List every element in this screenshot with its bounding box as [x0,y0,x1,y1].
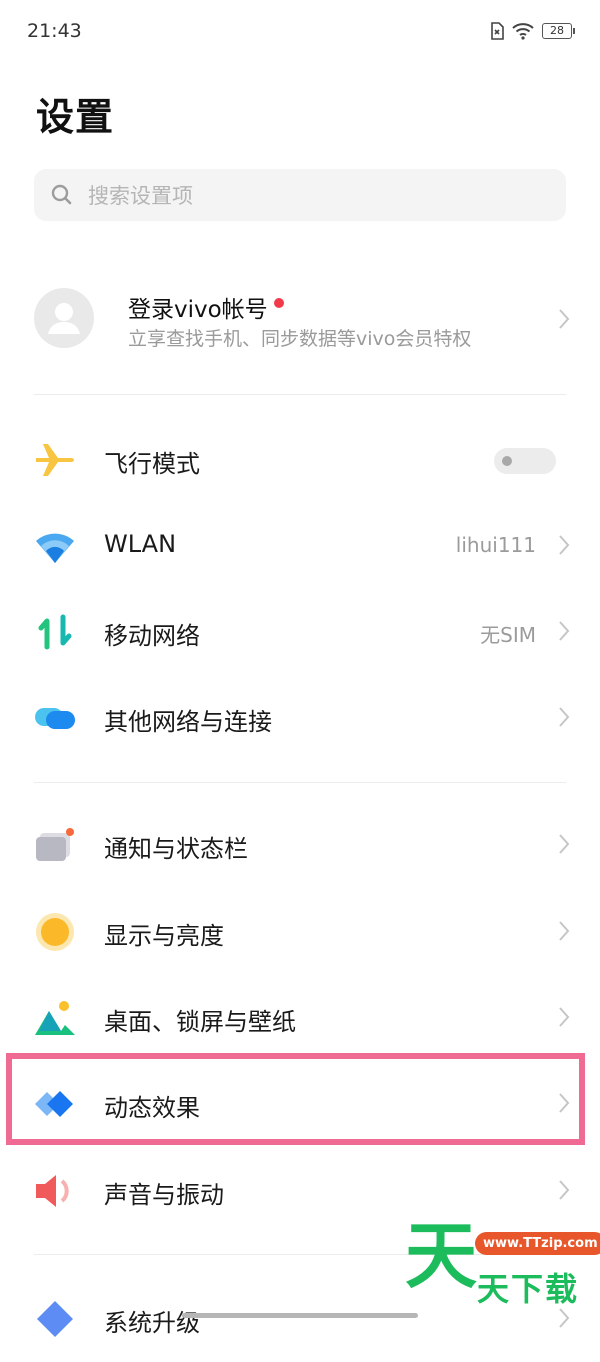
account-row[interactable]: 登录vivo帐号 立享查找手机、同步数据等vivo会员特权 [0,262,600,376]
notification-dot [273,298,284,308]
chevron-right-icon [559,921,570,941]
no-sim-icon [491,22,504,40]
status-bar: 21:43 28 [0,0,600,66]
mobile-network-icon [38,614,72,650]
watermark-logo: 天 www.TTzip.com 天下载 [405,1214,600,1320]
item-value: lihui111 [455,533,536,557]
item-label: 桌面、锁屏与壁纸 [104,1008,296,1036]
status-time: 21:43 [27,20,82,42]
battery-icon: 28 [542,23,575,39]
item-label: 通知与状态栏 [104,835,248,863]
chevron-right-icon [559,309,570,329]
item-label: 系统升级 [104,1309,200,1337]
settings-item-wlan[interactable]: WLAN lihui111 [0,503,600,589]
item-label: 其他网络与连接 [104,708,272,736]
chevron-right-icon [559,535,570,555]
wallpaper-icon [35,1001,75,1035]
account-title: 登录vivo帐号 [128,290,284,324]
airplane-icon [36,444,74,476]
item-label: WLAN [104,530,177,558]
settings-item-wallpaper[interactable]: 桌面、锁屏与壁纸 [0,975,600,1061]
settings-item-other-connections[interactable]: 其他网络与连接 [0,675,600,761]
settings-item-notifications[interactable]: 通知与状态栏 [0,802,600,888]
item-value: 无SIM [480,623,536,647]
item-label: 飞行模式 [104,450,200,478]
settings-item-airplane-mode[interactable]: 飞行模式 [0,417,600,503]
user-icon [48,303,80,334]
chevron-right-icon [559,1180,570,1200]
section-divider [34,394,566,395]
section-divider [34,782,566,783]
system-update-icon [37,1301,73,1337]
chevron-right-icon [559,1007,570,1027]
settings-item-mobile-network[interactable]: 移动网络 无SIM [0,589,600,675]
watermark-url: www.TTzip.com [475,1232,600,1255]
brightness-icon [36,913,74,951]
wifi-status-icon [512,23,534,40]
account-title-text: 登录vivo帐号 [128,297,268,323]
airplane-mode-toggle[interactable] [494,448,556,474]
status-icons: 28 [490,22,575,40]
home-indicator[interactable] [182,1313,418,1318]
search-icon [51,184,72,205]
search-input[interactable]: 搜索设置项 [34,169,566,221]
watermark-text: 天下载 [477,1270,580,1308]
wifi-icon [36,533,74,563]
avatar [34,288,94,348]
chevron-right-icon [559,834,570,854]
account-subtitle: 立享查找手机、同步数据等vivo会员特权 [128,328,472,350]
battery-level: 28 [550,24,564,37]
connections-icon [35,708,75,729]
page-title: 设置 [36,95,115,139]
sound-icon [36,1175,69,1207]
item-label: 显示与亮度 [104,922,224,950]
settings-item-display[interactable]: 显示与亮度 [0,889,600,975]
notification-icon [36,828,74,861]
chevron-right-icon [559,621,570,641]
item-label: 声音与振动 [104,1181,224,1209]
watermark-big-char: 天 [405,1214,478,1298]
search-placeholder: 搜索设置项 [88,184,193,208]
chevron-right-icon [559,707,570,727]
item-label: 移动网络 [104,622,200,650]
highlight-box [6,1053,585,1145]
